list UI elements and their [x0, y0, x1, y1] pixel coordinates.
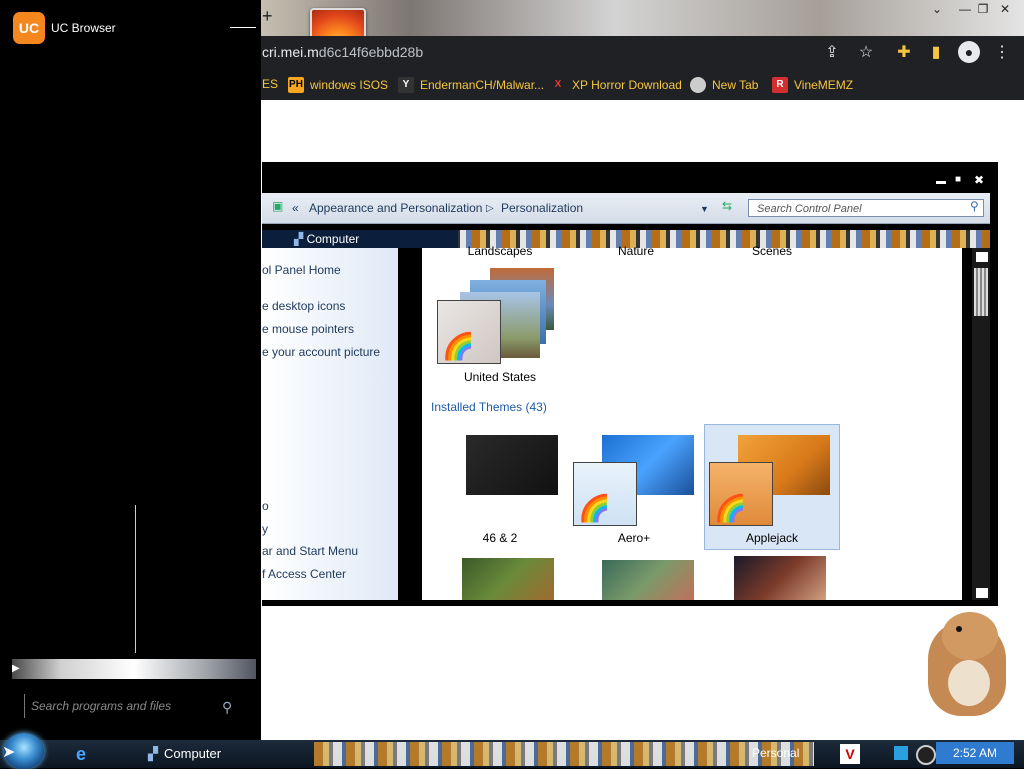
computer-icon: ▞: [294, 232, 304, 246]
bookmark-label: New Tab: [712, 78, 759, 92]
taskbar-glitch-strip: [314, 742, 814, 766]
theme-thumbnail[interactable]: [466, 435, 558, 495]
theme-label[interactable]: 46 & 2: [466, 531, 534, 545]
taskbar-computer-label: Computer: [164, 746, 222, 761]
taskbar-computer-button[interactable]: ▞ Computer: [144, 740, 304, 768]
menu-dots-icon[interactable]: ⋮: [992, 44, 1012, 62]
rainbow-fan-icon: 🌈: [442, 331, 475, 361]
control-panel-search-input[interactable]: Search Control Panel: [748, 199, 984, 217]
computer-icon: ▞: [148, 746, 158, 761]
bookmark-item[interactable]: R VineMEMZ: [772, 77, 853, 93]
start-menu-item-uc-browser[interactable]: UC Browser: [51, 21, 116, 35]
r-icon: R: [772, 77, 788, 93]
maximize-icon[interactable]: ❐: [974, 2, 992, 16]
bookmark-item[interactable]: Y EndermanCH/Malwar...: [398, 77, 544, 93]
bookmark-item[interactable]: ES: [262, 77, 278, 91]
y-site-icon: Y: [398, 77, 414, 93]
mouse-cursor-icon: ➤: [2, 744, 16, 761]
breadcrumb-prefix: «: [292, 201, 299, 215]
divider: [135, 505, 136, 653]
maximize-icon[interactable]: ■: [955, 174, 961, 185]
task-link[interactable]: o: [262, 499, 269, 513]
dropdown-arrow-icon[interactable]: ▼: [700, 204, 709, 214]
task-link[interactable]: f Access Center: [262, 567, 346, 581]
x-icon: X: [554, 79, 562, 90]
scroll-thumb[interactable]: [974, 268, 988, 316]
theme-label[interactable]: Landscapes: [466, 244, 534, 258]
minimize-icon[interactable]: ▬: [936, 176, 946, 187]
all-programs-button[interactable]: [12, 659, 256, 679]
installed-themes-header: Installed Themes (43): [431, 400, 547, 414]
task-link[interactable]: ar and Start Menu: [262, 544, 358, 558]
profile-avatar[interactable]: ●: [958, 41, 980, 63]
taskbar-clock[interactable]: 2:52 AM: [936, 742, 1014, 764]
volume-tray-icon[interactable]: [916, 745, 936, 765]
new-tab-button[interactable]: +: [262, 6, 273, 27]
theme-color-swatch[interactable]: 🌈: [709, 462, 773, 526]
bookmark-label: EndermanCH/Malwar...: [420, 78, 545, 92]
start-menu: [0, 0, 261, 740]
network-tray-icon[interactable]: [894, 746, 908, 760]
theme-label[interactable]: Applejack: [738, 531, 806, 545]
new-tab-favicon-icon: [690, 77, 706, 93]
url-host: cri.mei.m: [262, 44, 319, 60]
scroll-up-arrow-icon[interactable]: [976, 252, 988, 262]
theme-label[interactable]: United States: [458, 370, 542, 384]
bookmark-label: windows ISOS: [310, 78, 389, 92]
uc-browser-icon[interactable]: UC: [13, 12, 45, 44]
rainbow-fan-icon: 🌈: [578, 493, 611, 523]
rainbow-fan-icon: 🌈: [714, 493, 747, 523]
close-icon[interactable]: ✖: [974, 173, 984, 187]
refresh-icon[interactable]: ⇆: [722, 199, 732, 213]
breadcrumb-appearance[interactable]: Appearance and Personalization: [309, 201, 482, 215]
task-link[interactable]: e mouse pointers: [262, 322, 354, 336]
search-programs-input[interactable]: Search programs and files: [24, 694, 251, 718]
computer-tab[interactable]: ▞ Computer: [262, 230, 458, 248]
address-bar[interactable]: cri.mei.md6c14f6ebbd28b: [262, 44, 423, 60]
theme-label[interactable]: Nature: [606, 244, 666, 258]
search-icon[interactable]: ⚲: [222, 699, 232, 716]
bookmark-item[interactable]: PH windows ISOS: [288, 77, 388, 93]
scroll-down-arrow-icon[interactable]: [976, 588, 988, 598]
bookmark-item[interactable]: X XP Horror Download: [550, 77, 682, 93]
task-link[interactable]: y: [262, 522, 268, 536]
theme-label[interactable]: Scenes: [742, 244, 802, 258]
vinememz-tray-icon[interactable]: V: [840, 744, 860, 764]
chevron-down-icon[interactable]: ⌄: [928, 2, 946, 16]
theme-thumbnail[interactable]: [462, 558, 554, 600]
hamster-belly: [948, 660, 990, 706]
bookmark-label: XP Horror Download: [572, 78, 682, 92]
extensions-icon[interactable]: ✚: [894, 44, 914, 62]
star-icon[interactable]: ☆: [856, 44, 876, 62]
theme-thumbnail[interactable]: [602, 560, 694, 600]
theme-color-swatch[interactable]: 🌈: [437, 300, 501, 364]
chevron-right-icon: ▷: [486, 203, 494, 214]
hamster-head: [942, 612, 998, 660]
arrow-right-icon: ▶: [12, 663, 20, 674]
internet-explorer-icon[interactable]: e: [56, 740, 106, 768]
url-path: d6c14f6ebbd28b: [318, 44, 424, 60]
bookmark-label: VineMEMZ: [794, 78, 854, 92]
bookmark-item[interactable]: New Tab: [690, 77, 758, 93]
theme-label[interactable]: Aero+: [600, 531, 668, 545]
computer-label: Computer: [306, 232, 360, 246]
pornhub-icon: PH: [288, 77, 304, 93]
sidepanel-icon[interactable]: ▮: [926, 44, 946, 62]
bookmark-label: ES: [262, 77, 279, 91]
task-link[interactable]: e your account picture: [262, 345, 380, 359]
theme-color-swatch[interactable]: 🌈: [573, 462, 637, 526]
breadcrumb-personalization[interactable]: Personalization: [501, 201, 583, 215]
control-panel-icon: ▣: [272, 199, 284, 213]
minimize-icon[interactable]: —: [956, 2, 974, 16]
divider: [230, 27, 256, 28]
task-link[interactable]: ol Panel Home: [262, 263, 341, 277]
taskbar-personal-label[interactable]: Personal: [752, 746, 799, 760]
hamster-eye: [956, 626, 962, 632]
share-icon[interactable]: ⇪: [822, 44, 842, 62]
search-icon[interactable]: ⚲: [970, 199, 979, 213]
close-icon[interactable]: ✕: [996, 2, 1014, 16]
theme-thumbnail[interactable]: [734, 556, 826, 600]
task-link[interactable]: e desktop icons: [262, 299, 345, 313]
